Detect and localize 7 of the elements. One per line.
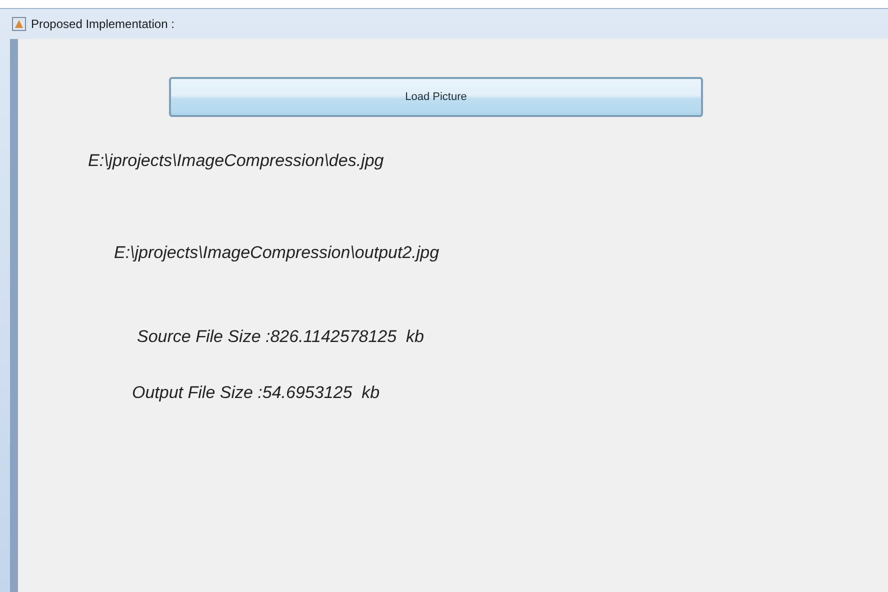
app-icon (12, 17, 26, 31)
window-title: Proposed Implementation : (31, 17, 174, 31)
info-label: E:\jprojects\ImageCompression\output2.jpg (114, 243, 440, 263)
info-label: Output File Size :54.6953125 kb (132, 383, 380, 403)
load-picture-button[interactable]: Load Picture (169, 77, 703, 117)
info-label: Source File Size :826.1142578125 kb (137, 327, 424, 347)
info-label: E:\jprojects\ImageCompression\des.jpg (88, 151, 384, 171)
